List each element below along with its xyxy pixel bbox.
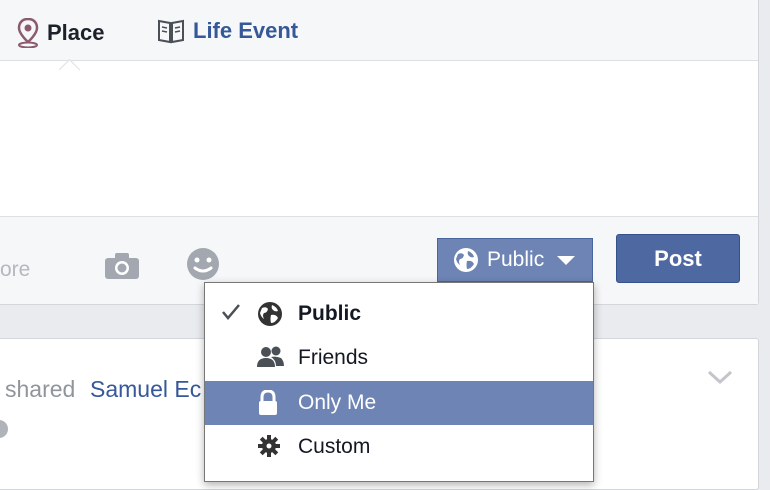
tab-place[interactable]: Place <box>17 18 105 48</box>
friends-icon <box>257 345 285 369</box>
tab-life-event-label: Life Event <box>193 18 299 43</box>
privacy-option-label: Friends <box>298 346 369 369</box>
tab-life-event[interactable]: Life Event <box>157 18 298 44</box>
feeling-icon[interactable] <box>186 247 220 286</box>
more-button-label[interactable]: ore <box>0 258 30 282</box>
privacy-option-public[interactable]: Public <box>205 292 593 336</box>
checkmark-icon <box>221 302 241 322</box>
chevron-down-icon[interactable] <box>706 368 734 391</box>
gear-icon <box>257 434 281 458</box>
story-audience-icon <box>0 418 10 445</box>
map-pin-icon <box>17 18 39 48</box>
privacy-option-label: Custom <box>298 435 371 458</box>
book-icon <box>157 18 185 44</box>
privacy-selector-label: Public <box>487 248 545 271</box>
story-action-text: shared <box>5 376 76 402</box>
lock-icon <box>257 390 279 416</box>
story-shared-author-link[interactable]: Samuel Ec <box>90 376 206 403</box>
globe-icon <box>257 301 283 327</box>
composer-tabs <box>0 0 758 61</box>
caret-down-icon <box>557 255 576 265</box>
privacy-menu: Public Friends Only Me Custom <box>204 282 594 482</box>
camera-icon[interactable] <box>104 252 140 285</box>
globe-icon <box>453 247 479 273</box>
privacy-option-label: Only Me <box>298 391 377 414</box>
tab-place-label: Place <box>47 20 105 45</box>
privacy-option-only-me[interactable]: Only Me <box>205 381 593 425</box>
privacy-selector-button[interactable]: Public <box>437 238 593 282</box>
privacy-option-custom[interactable]: Custom <box>205 425 593 469</box>
status-text-area[interactable] <box>0 61 758 216</box>
post-button[interactable]: Post <box>616 234 740 283</box>
privacy-option-friends[interactable]: Friends <box>205 336 593 380</box>
privacy-option-label: Public <box>298 302 362 325</box>
